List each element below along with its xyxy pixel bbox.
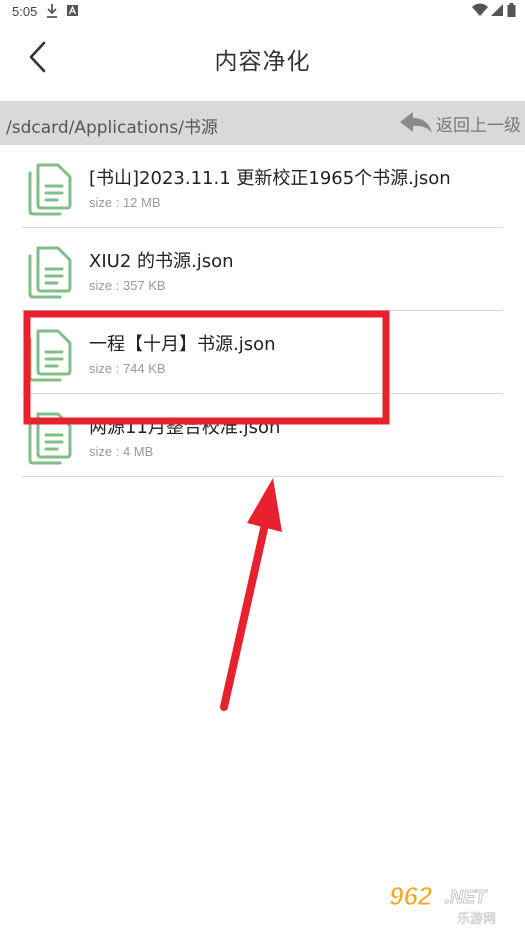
- battery-icon: [507, 3, 516, 17]
- path-bar: /sdcard/Applications/书源 返回上一级: [0, 101, 525, 145]
- watermark-logo: 962 .NET 乐游网: [389, 881, 497, 927]
- file-size: size : 4 MB: [89, 444, 154, 459]
- svg-text:乐游网: 乐游网: [457, 912, 496, 927]
- svg-text:.NET: .NET: [445, 887, 488, 907]
- signal-icon: [491, 4, 503, 16]
- file-name: 一程【十月】书源.json: [89, 334, 276, 355]
- go-up-button[interactable]: 返回上一级: [398, 107, 521, 139]
- file-name: XIU2 的书源.json: [89, 251, 234, 272]
- document-icon: [28, 246, 72, 299]
- file-list: [书山]2023.11.1 更新校正1965个书源.json size : 12…: [0, 145, 525, 477]
- download-icon: [47, 4, 57, 18]
- status-bar: 5:05: [0, 0, 525, 24]
- title-bar: 内容净化: [0, 24, 525, 100]
- file-name: [书山]2023.11.1 更新校正1965个书源.json: [89, 168, 451, 189]
- file-size: size : 357 KB: [89, 278, 166, 293]
- pointer-arrow-head: [247, 478, 282, 532]
- divider: [22, 476, 503, 477]
- file-item[interactable]: 两源11月整合校准.json size : 4 MB: [0, 394, 525, 477]
- file-item[interactable]: 一程【十月】书源.json size : 744 KB: [0, 311, 525, 394]
- wifi-icon: [472, 3, 488, 16]
- file-item[interactable]: XIU2 的书源.json size : 357 KB: [0, 228, 525, 311]
- pointer-arrow-shaft: [220, 516, 270, 711]
- back-arrow-icon: [400, 112, 432, 133]
- status-time: 5:05: [12, 4, 38, 19]
- go-up-label: 返回上一级: [436, 115, 521, 136]
- document-icon: [28, 163, 72, 216]
- current-path: /sdcard/Applications/书源: [6, 118, 218, 138]
- file-size: size : 744 KB: [89, 361, 166, 376]
- file-name: 两源11月整合校准.json: [89, 417, 281, 438]
- page-title: 内容净化: [214, 49, 311, 75]
- document-icon: [28, 329, 72, 382]
- file-item[interactable]: [书山]2023.11.1 更新校正1965个书源.json size : 12…: [0, 145, 525, 228]
- svg-text:962: 962: [389, 881, 433, 911]
- file-size: size : 12 MB: [89, 195, 161, 210]
- a-badge-icon: [67, 5, 78, 16]
- document-icon: [28, 412, 72, 465]
